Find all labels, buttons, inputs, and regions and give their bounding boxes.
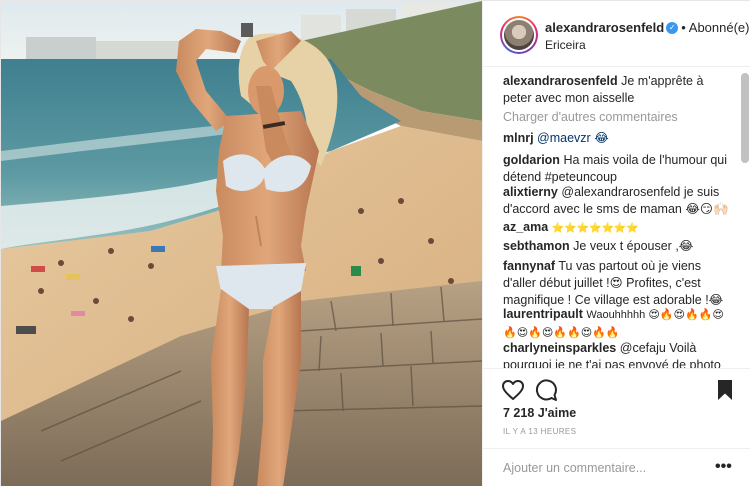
comment-text: @maevzr 😂: [537, 131, 609, 145]
header-username-row: alexandrarosenfeld ✓ • Abonné(e): [545, 20, 750, 35]
post-header: alexandrarosenfeld ✓ • Abonné(e) Ericeira: [483, 1, 750, 67]
verified-badge-icon: ✓: [666, 21, 679, 34]
list-item: laurentripault Waouhhhhh 😍🔥😍🔥🔥😍🔥😍🔥😍🔥🔥😍🔥🔥: [503, 306, 735, 342]
list-item: goldarion Ha mais voila de l'humour qui …: [503, 152, 735, 186]
list-item: sebthamon Je veux t épouser ,😂: [503, 238, 735, 255]
load-more-comments-link[interactable]: Charger d'autres commentaires: [503, 110, 678, 124]
comment-username[interactable]: goldarion: [503, 153, 560, 167]
list-item: charlyneinsparkles @cefaju Voilà pourquo…: [503, 340, 735, 368]
list-item: fannynaf Tu vas partout où je viens d'al…: [503, 258, 735, 309]
avatar[interactable]: [500, 16, 538, 54]
more-options-icon[interactable]: •••: [715, 458, 732, 476]
bookmark-icon[interactable]: [713, 378, 737, 402]
post-side-panel: alexandrarosenfeld ✓ • Abonné(e) Ericeira a…: [482, 1, 750, 486]
add-comment-bar: •••: [483, 448, 750, 486]
location-link[interactable]: Ericeira: [545, 38, 586, 52]
comment-username[interactable]: charlyneinsparkles: [503, 341, 616, 355]
header-username[interactable]: alexandrarosenfeld: [545, 20, 664, 35]
comment-username[interactable]: sebthamon: [503, 239, 570, 253]
post-timestamp[interactable]: IL Y A 13 HEURES: [503, 427, 576, 436]
comment-username[interactable]: fannynaf: [503, 259, 555, 273]
header-separator: •: [681, 20, 686, 35]
instagram-post-modal: alexandrarosenfeld ✓ • Abonné(e) Ericeira a…: [0, 0, 750, 486]
caption: alexandrarosenfeld Je m'apprête à peter …: [503, 73, 735, 107]
beach-photo-image: [1, 1, 482, 486]
comment-username[interactable]: az_ama: [503, 220, 548, 234]
comments-scrollbar[interactable]: [741, 73, 749, 163]
post-actions: 7 218 J'aime IL Y A 13 HEURES •••: [483, 368, 750, 486]
comment-username[interactable]: alixtierny: [503, 185, 558, 199]
list-item: alixtierny @alexandrarosenfeld je suis d…: [503, 184, 735, 218]
follow-status-button[interactable]: Abonné(e): [689, 20, 750, 35]
post-photo[interactable]: [1, 1, 482, 486]
add-comment-input[interactable]: [503, 459, 703, 477]
likes-count[interactable]: 7 218 J'aime: [503, 406, 576, 420]
caption-username[interactable]: alexandrarosenfeld: [503, 74, 618, 88]
list-item: az_ama ⭐⭐⭐⭐⭐⭐⭐: [503, 219, 735, 237]
comment-username[interactable]: laurentripault: [503, 307, 583, 321]
comment-text: ⭐⭐⭐⭐⭐⭐⭐: [551, 223, 639, 234]
comment-text: Je veux t épouser ,😂: [573, 239, 694, 253]
comments-list[interactable]: alexandrarosenfeld Je m'apprête à peter …: [483, 68, 750, 368]
list-item: mlnrj @maevzr 😂: [503, 130, 735, 147]
avatar-image: [504, 20, 534, 50]
heart-outline-icon[interactable]: [501, 378, 525, 402]
comment-username[interactable]: mlnrj: [503, 131, 534, 145]
speech-bubble-icon[interactable]: [534, 378, 558, 402]
